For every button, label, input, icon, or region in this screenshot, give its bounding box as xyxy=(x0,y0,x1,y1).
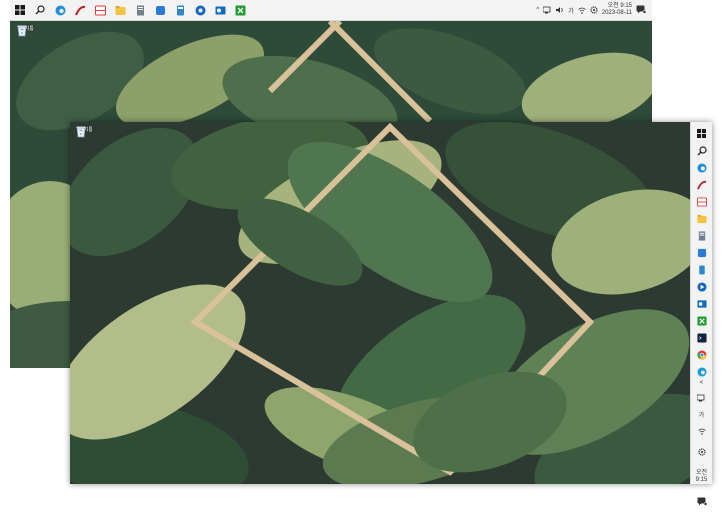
settings-blue-icon[interactable] xyxy=(695,246,708,259)
desktop-icon-recycle-bin[interactable]: 휴지통 xyxy=(16,24,38,37)
recycle-bin-icon xyxy=(17,25,27,37)
gear-icon[interactable] xyxy=(590,1,598,19)
file-explorer-icon[interactable] xyxy=(695,212,708,225)
notepad-icon[interactable] xyxy=(695,229,708,242)
clock-time[interactable]: 오전 9:15 xyxy=(691,470,712,484)
google-chrome-icon[interactable] xyxy=(193,3,207,17)
edge-icon[interactable] xyxy=(53,3,67,17)
file-explorer-icon[interactable] xyxy=(113,3,127,17)
clock[interactable]: 오전 9:15 2023-08-11 xyxy=(602,3,632,17)
taskbar-right: < 가 오전 9:15 xyxy=(690,122,712,506)
calculator-icon[interactable] xyxy=(695,280,708,293)
clock-date: 2023-08-11 xyxy=(601,10,632,16)
wifi-icon[interactable] xyxy=(697,422,706,440)
network-icon[interactable] xyxy=(542,1,552,19)
outlook-icon[interactable] xyxy=(213,3,227,17)
edge-icon[interactable] xyxy=(695,365,708,378)
terminal-icon[interactable] xyxy=(695,331,708,344)
leaf-wallpaper-graphic xyxy=(70,122,690,484)
desktop-icon-recycle-bin[interactable]: 휴지통 xyxy=(75,125,97,138)
xbox-icon[interactable] xyxy=(233,3,247,17)
system-tray: ^ 가 오전 9:15 2023-08-11 xyxy=(536,1,652,19)
tray-chevron[interactable]: ^ xyxy=(536,7,539,13)
windows-start-icon[interactable] xyxy=(695,127,708,140)
xbox-icon[interactable] xyxy=(695,314,708,327)
edge-icon[interactable] xyxy=(695,161,708,174)
gear-icon[interactable] xyxy=(697,443,706,461)
network-icon[interactable] xyxy=(696,389,706,407)
display-2: 휴지통 < 가 오전 9:15 xyxy=(70,122,712,506)
phone-icon[interactable] xyxy=(695,263,708,276)
windows-start-icon[interactable] xyxy=(13,3,27,17)
chrome-icon[interactable] xyxy=(695,348,708,361)
clock-time: 오전 9:15 xyxy=(607,3,632,9)
app-red-icon[interactable] xyxy=(695,195,708,208)
autodesk-icon[interactable] xyxy=(73,3,87,17)
taskbar-top: ^ 가 오전 9:15 2023-08-11 xyxy=(10,0,652,21)
outlook-icon[interactable] xyxy=(695,297,708,310)
notification-icon[interactable] xyxy=(636,1,647,19)
input-language[interactable]: 가 xyxy=(568,6,574,15)
autodesk-icon[interactable] xyxy=(695,178,708,191)
tray-chevron[interactable]: < xyxy=(700,380,704,386)
search-icon[interactable] xyxy=(695,144,708,157)
desktop-wallpaper-2: 휴지통 xyxy=(70,122,690,484)
recycle-bin-icon xyxy=(76,126,86,138)
input-language[interactable]: 가 xyxy=(699,410,705,419)
calculator-icon[interactable] xyxy=(173,3,187,17)
system-tray-vertical: < 가 오전 9:15 xyxy=(691,380,712,517)
search-icon[interactable] xyxy=(33,3,47,17)
settings-blue-icon[interactable] xyxy=(153,3,167,17)
volume-icon[interactable] xyxy=(556,1,564,19)
app-red-icon[interactable] xyxy=(93,3,107,17)
wifi-icon[interactable] xyxy=(577,1,586,19)
notepad-icon[interactable] xyxy=(133,3,147,17)
